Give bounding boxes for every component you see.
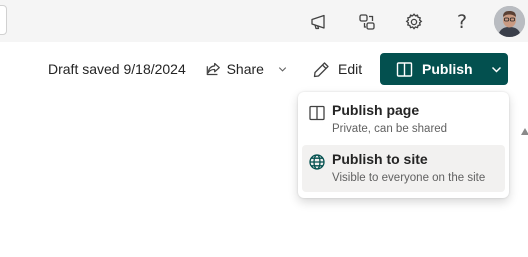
- gear-icon[interactable]: [399, 7, 429, 37]
- book-open-icon: [309, 105, 325, 121]
- edit-label: Edit: [338, 61, 363, 77]
- megaphone-icon[interactable]: [304, 7, 334, 37]
- search-box-edge[interactable]: [0, 5, 7, 35]
- menu-item-description: Visible to everyone on the site: [332, 172, 486, 184]
- draft-status: Draft saved 9/18/2024: [48, 61, 186, 77]
- share-label: Share: [226, 61, 264, 77]
- share-icon: [206, 62, 220, 76]
- book-open-icon: [396, 61, 413, 77]
- globe-icon: [309, 154, 325, 170]
- share-nodes-icon[interactable]: [352, 7, 382, 37]
- menu-item-publish-page[interactable]: Publish page Private, can be shared: [302, 96, 505, 143]
- chevron-down-icon: [491, 66, 501, 73]
- scroll-up-arrow[interactable]: [521, 128, 528, 135]
- menu-item-title: Publish page: [332, 102, 420, 118]
- top-bar: ?: [0, 0, 528, 42]
- help-glyph: ?: [456, 11, 468, 33]
- edit-button[interactable]: Edit: [309, 54, 365, 84]
- command-bar: Draft saved 9/18/2024 Share Edit Publish: [0, 42, 528, 135]
- help-icon[interactable]: ?: [447, 7, 477, 37]
- menu-item-description: Private, can be shared: [332, 123, 448, 135]
- pencil-icon: [313, 61, 329, 77]
- menu-item-publish-to-site[interactable]: Publish to site Visible to everyone on t…: [302, 145, 505, 192]
- share-button[interactable]: Share: [202, 54, 288, 84]
- publish-button[interactable]: Publish: [380, 53, 508, 85]
- avatar[interactable]: [494, 6, 525, 37]
- publish-label: Publish: [422, 61, 473, 77]
- chevron-down-icon: [278, 67, 287, 72]
- menu-item-title: Publish to site: [332, 151, 428, 167]
- publish-menu: Publish page Private, can be shared Publ…: [298, 92, 509, 198]
